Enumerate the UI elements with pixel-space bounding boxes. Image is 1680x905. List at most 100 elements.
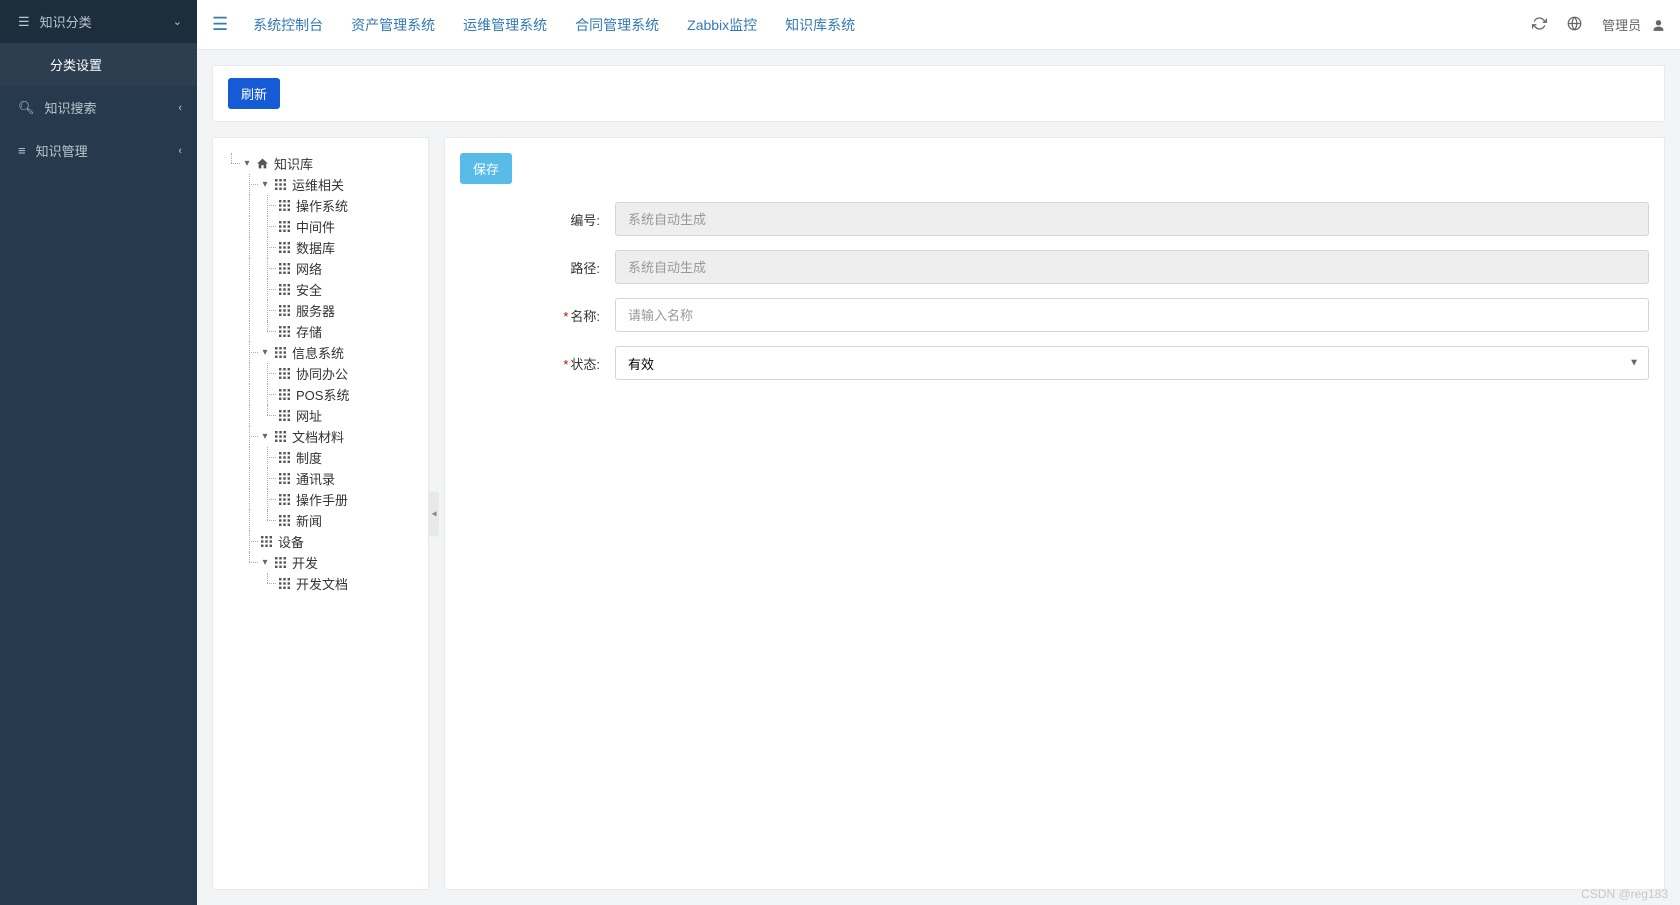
grid-icon	[277, 493, 291, 507]
tree-node-label: 协同办公	[296, 364, 348, 383]
sidebar-sub-category-settings[interactable]: 分类设置	[0, 43, 197, 86]
tree-node[interactable]: 操作系统	[223, 195, 418, 216]
panel-collapse-handle[interactable]: ◂	[429, 491, 439, 536]
tree-node[interactable]: 设备	[223, 531, 418, 552]
tree-node-label: 存储	[296, 322, 322, 341]
chevron-left-icon: ‹	[178, 102, 182, 114]
tree-node[interactable]: ▾ 信息系统	[223, 342, 418, 363]
grid-icon	[273, 556, 287, 570]
nav-link[interactable]: 系统控制台	[253, 15, 323, 35]
search-icon: 🔍︎	[18, 100, 35, 116]
nav-link[interactable]: 资产管理系统	[351, 15, 435, 35]
tree-node[interactable]: 通讯录	[223, 468, 418, 489]
tree-panel: ▾知识库▾运维相关操作系统中间件数据库网络安全服务器存储▾信息系统协同办公POS…	[212, 137, 429, 890]
tree-node-label: 开发	[292, 553, 318, 572]
grid-icon	[277, 409, 291, 423]
grid-icon	[277, 283, 291, 297]
grid-icon	[277, 220, 291, 234]
grid-icon	[277, 367, 291, 381]
tree-node[interactable]: ▾ 运维相关	[223, 174, 418, 195]
code-label: 编号:	[460, 210, 615, 229]
collapse-icon[interactable]: ▾	[259, 431, 271, 443]
tree-node[interactable]: ▾ 文档材料	[223, 426, 418, 447]
tree-node-label: 设备	[278, 532, 304, 551]
tree-node-label: 数据库	[296, 238, 335, 257]
status-select[interactable]	[615, 346, 1649, 380]
sidebar-item-label: 知识分类	[40, 12, 92, 31]
sidebar-item-label: 知识管理	[36, 141, 88, 160]
tree-node[interactable]: 安全	[223, 279, 418, 300]
name-input[interactable]	[615, 298, 1649, 332]
user-name: 管理员	[1602, 18, 1641, 33]
tree-node-label: 操作手册	[296, 490, 348, 509]
tree-node[interactable]: 网络	[223, 258, 418, 279]
tree-node-label: 知识库	[274, 154, 313, 173]
chevron-left-icon: ‹	[178, 145, 182, 157]
collapse-icon[interactable]: ▾	[259, 557, 271, 569]
tree-node-label: 网址	[296, 406, 322, 425]
bars-icon: ≡	[18, 143, 26, 158]
grid-icon	[273, 430, 287, 444]
chevron-down-icon: ⌄	[173, 15, 182, 28]
watermark: CSDN @reg183	[1581, 887, 1668, 901]
list-icon: ☰	[18, 14, 30, 30]
path-label: 路径:	[460, 258, 615, 277]
nav-link[interactable]: Zabbix监控	[687, 15, 757, 35]
tree-node[interactable]: POS系统	[223, 384, 418, 405]
tree-node[interactable]: 数据库	[223, 237, 418, 258]
status-label: 状态:	[460, 354, 615, 373]
grid-icon	[273, 178, 287, 192]
tree-node[interactable]: 网址	[223, 405, 418, 426]
globe-icon[interactable]	[1567, 16, 1582, 34]
refresh-button[interactable]: 刷新	[228, 78, 280, 109]
grid-icon	[277, 241, 291, 255]
grid-icon	[277, 199, 291, 213]
name-label: 名称:	[460, 306, 615, 325]
tree-node[interactable]: 存储	[223, 321, 418, 342]
tree-node[interactable]: 协同办公	[223, 363, 418, 384]
sidebar-item-label: 知识搜索	[45, 98, 97, 117]
grid-icon	[277, 514, 291, 528]
sync-icon[interactable]	[1532, 16, 1547, 34]
tree-node-label: 通讯录	[296, 469, 335, 488]
tree-node-label: POS系统	[296, 385, 349, 404]
tree-node[interactable]: 操作手册	[223, 489, 418, 510]
grid-icon	[273, 346, 287, 360]
tree-node-label: 运维相关	[292, 175, 344, 194]
tree-node-label: 操作系统	[296, 196, 348, 215]
tree-node[interactable]: 新闻	[223, 510, 418, 531]
tree-node[interactable]: 制度	[223, 447, 418, 468]
tree-node[interactable]: 服务器	[223, 300, 418, 321]
tree-node[interactable]: 中间件	[223, 216, 418, 237]
nav-link[interactable]: 知识库系统	[785, 15, 855, 35]
sidebar-item-knowledge-manage[interactable]: ≡ 知识管理 ‹	[0, 129, 197, 172]
collapse-icon[interactable]: ▾	[241, 158, 253, 170]
tree-node[interactable]: ▾ 知识库	[223, 153, 418, 174]
code-input	[615, 202, 1649, 236]
action-panel: 刷新	[212, 65, 1665, 122]
category-tree: ▾知识库▾运维相关操作系统中间件数据库网络安全服务器存储▾信息系统协同办公POS…	[223, 153, 418, 594]
user-menu[interactable]: 管理员	[1602, 15, 1665, 34]
tree-node[interactable]: ▾ 开发	[223, 552, 418, 573]
save-button[interactable]: 保存	[460, 153, 512, 184]
sidebar-toggle-button[interactable]: ☰	[212, 14, 228, 35]
tree-node-label: 信息系统	[292, 343, 344, 362]
grid-icon	[277, 304, 291, 318]
path-input	[615, 250, 1649, 284]
grid-icon	[277, 388, 291, 402]
home-icon	[255, 157, 269, 171]
sidebar: ☰ 知识分类 ⌄ 分类设置 🔍︎ 知识搜索 ‹ ≡ 知识管理 ‹	[0, 0, 197, 905]
tree-node-label: 文档材料	[292, 427, 344, 446]
grid-icon	[277, 262, 291, 276]
sidebar-item-knowledge-category[interactable]: ☰ 知识分类 ⌄	[0, 0, 197, 43]
nav-link[interactable]: 运维管理系统	[463, 15, 547, 35]
collapse-icon[interactable]: ▾	[259, 347, 271, 359]
tree-node-label: 开发文档	[296, 574, 348, 593]
collapse-icon[interactable]: ▾	[259, 179, 271, 191]
sidebar-item-knowledge-search[interactable]: 🔍︎ 知识搜索 ‹	[0, 86, 197, 129]
tree-node[interactable]: 开发文档	[223, 573, 418, 594]
header: ☰ 系统控制台 资产管理系统 运维管理系统 合同管理系统 Zabbix监控 知识…	[197, 0, 1680, 50]
nav-link[interactable]: 合同管理系统	[575, 15, 659, 35]
tree-node-label: 新闻	[296, 511, 322, 530]
tree-node-label: 中间件	[296, 217, 335, 236]
